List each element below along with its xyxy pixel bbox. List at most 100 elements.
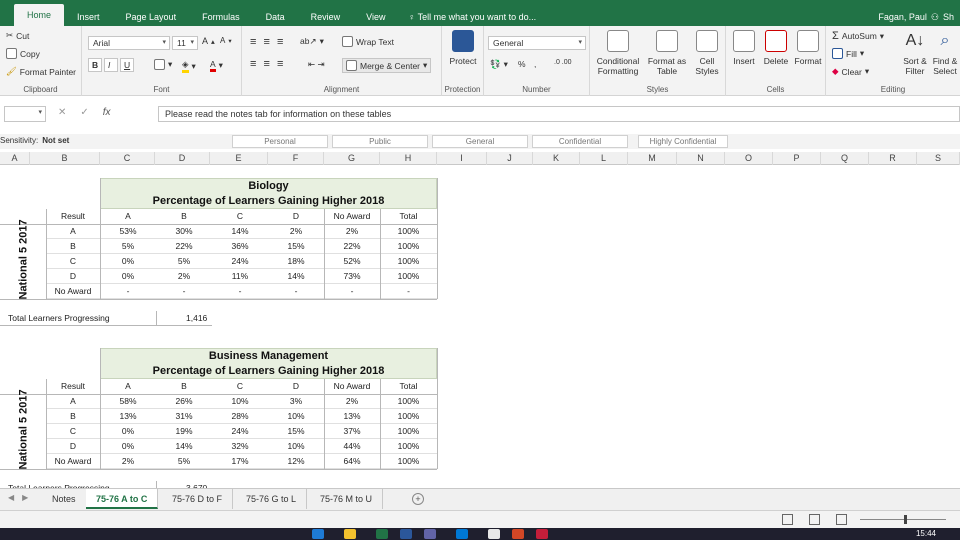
data-cell[interactable]: - [156,284,212,299]
page-break-view-icon[interactable] [836,514,847,525]
sheet-tab-notes[interactable]: Notes [42,489,87,509]
row-label-cell[interactable]: No Award [46,454,100,469]
data-cell[interactable]: 0% [100,254,156,269]
data-cell[interactable]: 24% [212,424,268,439]
data-cell[interactable]: 28% [212,409,268,424]
sheet-tab-75-76-d-to-f[interactable]: 75-76 D to F [162,489,234,509]
table-header-cell[interactable]: B [156,379,212,394]
tab-formulas[interactable]: Formulas [189,0,253,26]
data-cell[interactable]: - [268,284,324,299]
data-cell[interactable]: 10% [212,394,268,409]
sheet-tab-75-76-a-to-c[interactable]: 75-76 A to C [86,489,159,509]
data-cell[interactable]: 2% [324,224,380,239]
shrink-font-button[interactable]: A ▾ [220,36,232,45]
data-cell[interactable]: 31% [156,409,212,424]
cut-button[interactable]: ✂ Cut [6,30,29,41]
table-header-cell[interactable]: B [156,209,212,224]
tell-me-search[interactable]: ♀ Tell me what you want to do... [408,0,536,26]
total-learners-value[interactable]: 3,670 [186,481,207,488]
word-icon[interactable] [400,529,412,539]
align-top-buttons[interactable]: ≡ ≡ ≡ [250,36,285,48]
bold-button[interactable]: B [88,58,102,72]
sensitivity-personal[interactable]: Personal [232,135,328,148]
row-label-cell[interactable]: A [46,224,100,239]
data-cell[interactable]: 100% [380,224,437,239]
data-cell[interactable]: 22% [156,239,212,254]
data-cell[interactable]: 18% [268,254,324,269]
data-cell[interactable]: 15% [268,239,324,254]
data-cell[interactable]: 22% [324,239,380,254]
teams-icon[interactable] [424,529,436,539]
column-header-n[interactable]: N [677,152,725,165]
italic-button[interactable]: I [104,58,118,72]
data-cell[interactable]: 100% [380,239,437,254]
data-cell[interactable]: 2% [324,394,380,409]
underline-button[interactable]: U [120,58,134,72]
table-header-cell[interactable]: Total [380,209,437,224]
data-cell[interactable]: 64% [324,454,380,469]
table-header-cell[interactable]: C [212,209,268,224]
data-cell[interactable]: 5% [156,454,212,469]
tab-insert[interactable]: Insert [64,0,113,26]
data-cell[interactable]: 14% [268,269,324,284]
data-cell[interactable]: 19% [156,424,212,439]
data-cell[interactable]: 24% [212,254,268,269]
row-label-cell[interactable]: C [46,424,100,439]
data-cell[interactable]: 14% [212,224,268,239]
row-label-cell[interactable]: C [46,254,100,269]
data-cell[interactable]: - [212,284,268,299]
row-label-cell[interactable]: B [46,409,100,424]
add-sheet-button[interactable]: + [412,493,424,505]
number-format-select[interactable]: General ▾ [488,36,586,50]
format-as-table-button[interactable]: Format as Table [646,30,688,76]
sensitivity-confidential[interactable]: Confidential [532,135,628,148]
currency-button[interactable]: 💱 ▾ [490,59,508,70]
column-header-l[interactable]: L [580,152,628,165]
zoom-slider-handle[interactable] [904,515,907,524]
column-header-f[interactable]: F [268,152,324,165]
edge-icon[interactable] [312,529,324,539]
data-cell[interactable]: 14% [156,439,212,454]
data-cell[interactable]: - [380,284,437,299]
grow-font-button[interactable]: A ▴ [202,36,215,46]
table-header-cell[interactable]: Result [46,209,100,224]
data-cell[interactable]: 13% [324,409,380,424]
sensitivity-highly-confidential[interactable]: Highly Confidential [638,135,728,148]
cancel-icon[interactable]: ✕ [58,107,66,118]
data-cell[interactable]: - [324,284,380,299]
data-cell[interactable]: 100% [380,454,437,469]
column-header-g[interactable]: G [324,152,380,165]
data-cell[interactable]: 17% [212,454,268,469]
data-cell[interactable]: 10% [268,409,324,424]
formula-input[interactable]: Please read the notes tab for informatio… [158,106,960,122]
cell-styles-button[interactable]: Cell Styles [690,30,724,76]
delete-cells-button[interactable]: Delete [760,30,792,66]
data-cell[interactable]: 100% [380,269,437,284]
table-header-cell[interactable]: A [100,379,156,394]
name-box[interactable]: ▾ [4,106,46,122]
data-cell[interactable]: 36% [212,239,268,254]
column-header-i[interactable]: I [437,152,487,165]
data-cell[interactable]: 100% [380,254,437,269]
data-cell[interactable]: 73% [324,269,380,284]
powerpoint-icon[interactable] [512,529,524,539]
clear-button[interactable]: ◆ Clear ▾ [832,66,869,77]
sensitivity-general[interactable]: General [432,135,528,148]
data-cell[interactable]: 11% [212,269,268,284]
data-cell[interactable]: 5% [156,254,212,269]
app-icon[interactable] [488,529,500,539]
data-cell[interactable]: 58% [100,394,156,409]
column-header-d[interactable]: D [155,152,210,165]
table-header-cell[interactable]: No Award [324,209,380,224]
wrap-text-button[interactable]: Wrap Text [342,36,394,47]
data-cell[interactable]: 100% [380,394,437,409]
column-header-o[interactable]: O [725,152,773,165]
font-name-select[interactable]: Arial ▾ [88,36,170,50]
data-cell[interactable]: - [100,284,156,299]
sort-filter-button[interactable]: A↓ Sort & Filter [900,30,930,76]
tab-review[interactable]: Review [298,0,354,26]
sheet-nav-arrows[interactable]: ◀ ▶ [8,493,28,502]
row-label-cell[interactable]: A [46,394,100,409]
table-header-cell[interactable]: C [212,379,268,394]
data-cell[interactable]: 15% [268,424,324,439]
